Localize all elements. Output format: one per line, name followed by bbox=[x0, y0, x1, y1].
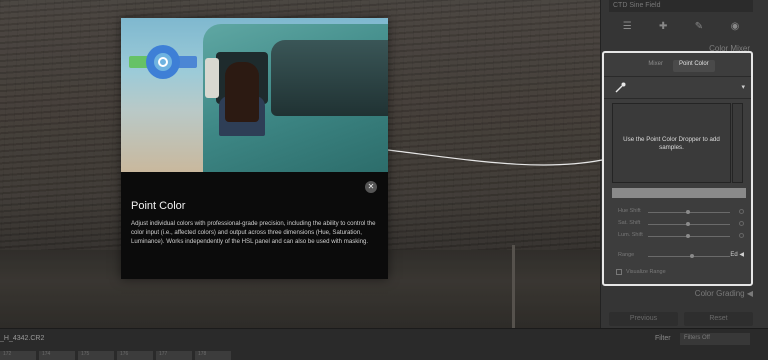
color-dropper-icon[interactable] bbox=[613, 81, 627, 95]
reset-button[interactable]: Reset bbox=[684, 312, 753, 326]
lum-shift-slider[interactable]: Lum. Shift bbox=[612, 231, 746, 241]
sample-scrollbar[interactable] bbox=[732, 103, 743, 183]
point-color-panel: Mixer Point Color ▾ Use the Point Color … bbox=[602, 51, 753, 286]
redeye-icon[interactable]: ◉ bbox=[731, 21, 740, 32]
slider-knob[interactable] bbox=[686, 210, 690, 214]
range-value-text: Ed bbox=[730, 252, 738, 258]
feature-title: Point Color bbox=[131, 200, 186, 212]
checkbox[interactable] bbox=[616, 269, 622, 275]
samples-hint: Use the Point Color Dropper to add sampl… bbox=[623, 136, 720, 152]
slider-label: Sat. Shift bbox=[618, 220, 641, 226]
slider-knob[interactable] bbox=[690, 254, 694, 258]
feature-preview-image bbox=[121, 18, 388, 172]
close-icon: ✕ bbox=[367, 182, 375, 191]
filmstrip-thumb[interactable]: 175 bbox=[78, 351, 114, 360]
sat-shift-slider[interactable]: Sat. Shift bbox=[612, 219, 746, 229]
feature-tooltip-card: ✕ Point Color Adjust individual colors w… bbox=[121, 18, 388, 279]
color-grading-header[interactable]: Color Grading ◀ bbox=[617, 289, 753, 298]
range-value: Ed ◀ bbox=[730, 252, 744, 258]
color-sample-target-icon bbox=[158, 57, 168, 67]
range-slider[interactable]: Range Ed ◀ bbox=[612, 251, 746, 261]
previous-button[interactable]: Previous bbox=[609, 312, 678, 326]
filmstrip-thumb[interactable]: 177 bbox=[156, 351, 192, 360]
tab-mixer[interactable]: Mixer bbox=[642, 60, 669, 72]
slider-label: Lum. Shift bbox=[618, 232, 643, 238]
triangle-left-icon: ◀ bbox=[746, 289, 753, 298]
reset-dot-icon[interactable] bbox=[739, 233, 744, 238]
divider bbox=[604, 98, 751, 99]
sample-swatch-area: Use the Point Color Dropper to add sampl… bbox=[612, 103, 731, 183]
person-figure bbox=[225, 62, 259, 122]
slider-label: Range bbox=[618, 252, 635, 258]
hue-shift-slider[interactable]: Hue Shift bbox=[612, 207, 746, 217]
slider-knob[interactable] bbox=[686, 234, 690, 238]
filmstrip-thumb[interactable]: 178 bbox=[195, 351, 231, 360]
tab-point-color[interactable]: Point Color bbox=[672, 60, 715, 72]
filmstrip-thumb[interactable]: 172 bbox=[0, 351, 36, 360]
filter-label: Filter bbox=[655, 335, 671, 342]
selected-color-bar bbox=[612, 188, 746, 198]
slider-track[interactable] bbox=[648, 256, 730, 257]
slider-label: Hue Shift bbox=[618, 208, 641, 214]
visualize-range-toggle[interactable]: Visualize Range bbox=[616, 269, 666, 275]
tool-strip: ☰ ✚ ✎ ◉ bbox=[609, 16, 753, 36]
slider-knob[interactable] bbox=[686, 222, 690, 226]
top-field: CTD Sine Field bbox=[609, 0, 753, 12]
heal-icon[interactable]: ✚ bbox=[659, 21, 667, 32]
reset-dot-icon[interactable] bbox=[739, 221, 744, 226]
filmstrip: 172 174 175 176 177 178 bbox=[0, 351, 768, 360]
filmstrip-bar: _H_4342.CR2 Filter Filters Off 172 174 1… bbox=[0, 328, 768, 360]
color-grading-label: Color Grading bbox=[694, 289, 745, 298]
chevron-down-icon[interactable]: ▾ bbox=[741, 83, 745, 91]
truck-mirror bbox=[205, 58, 219, 98]
divider bbox=[604, 76, 751, 77]
current-filename: _H_4342.CR2 bbox=[0, 335, 45, 342]
app-window: CTD Sine Field ☰ ✚ ✎ ◉ Color Mixer Mixer… bbox=[0, 0, 768, 360]
filmstrip-thumb[interactable]: 174 bbox=[39, 351, 75, 360]
visualize-range-label: Visualize Range bbox=[626, 269, 666, 275]
filmstrip-thumb[interactable]: 176 bbox=[117, 351, 153, 360]
close-button[interactable]: ✕ bbox=[365, 181, 377, 193]
feature-description: Adjust individual colors with profession… bbox=[131, 220, 376, 246]
reset-dot-icon[interactable] bbox=[739, 209, 744, 214]
filter-select[interactable]: Filters Off bbox=[680, 333, 750, 345]
truck-windshield bbox=[271, 40, 388, 116]
color-mixer-tabs: Mixer Point Color bbox=[610, 60, 747, 72]
sliders-icon[interactable]: ☰ bbox=[623, 21, 632, 32]
develop-right-panel: CTD Sine Field ☰ ✚ ✎ ◉ Color Mixer Mixer… bbox=[600, 0, 768, 328]
brush-icon[interactable]: ✎ bbox=[695, 21, 703, 32]
panel-buttons: Previous Reset bbox=[609, 312, 753, 326]
